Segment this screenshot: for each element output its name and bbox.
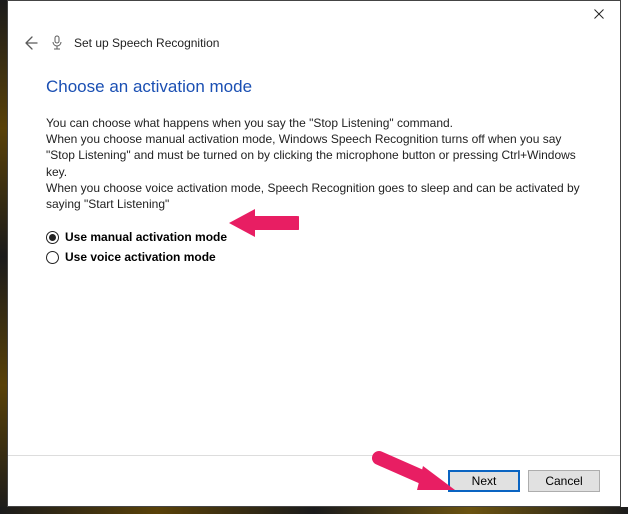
radio-label: Use manual activation mode bbox=[65, 230, 227, 244]
desktop-background-bottom bbox=[0, 507, 628, 514]
back-arrow-icon bbox=[22, 35, 38, 51]
close-icon bbox=[594, 9, 604, 19]
wizard-title: Set up Speech Recognition bbox=[74, 36, 219, 50]
titlebar bbox=[8, 1, 620, 31]
desktop-background-left bbox=[0, 0, 7, 514]
wizard-window: Set up Speech Recognition Choose an acti… bbox=[7, 0, 621, 507]
header: Set up Speech Recognition bbox=[8, 31, 620, 67]
radio-indicator-icon bbox=[46, 251, 59, 264]
radio-label: Use voice activation mode bbox=[65, 250, 216, 264]
close-button[interactable] bbox=[578, 1, 620, 27]
page-heading: Choose an activation mode bbox=[46, 77, 582, 97]
next-button[interactable]: Next bbox=[448, 470, 520, 492]
microphone-icon bbox=[50, 35, 64, 51]
manual-activation-radio[interactable]: Use manual activation mode bbox=[46, 230, 582, 244]
voice-activation-radio[interactable]: Use voice activation mode bbox=[46, 250, 582, 264]
back-button[interactable] bbox=[20, 33, 40, 53]
activation-mode-group: Use manual activation mode Use voice act… bbox=[46, 230, 582, 264]
radio-indicator-icon bbox=[46, 231, 59, 244]
page-description: You can choose what happens when you say… bbox=[46, 115, 582, 212]
footer: Next Cancel bbox=[8, 455, 620, 506]
cancel-button[interactable]: Cancel bbox=[528, 470, 600, 492]
content-area: Choose an activation mode You can choose… bbox=[8, 67, 620, 455]
